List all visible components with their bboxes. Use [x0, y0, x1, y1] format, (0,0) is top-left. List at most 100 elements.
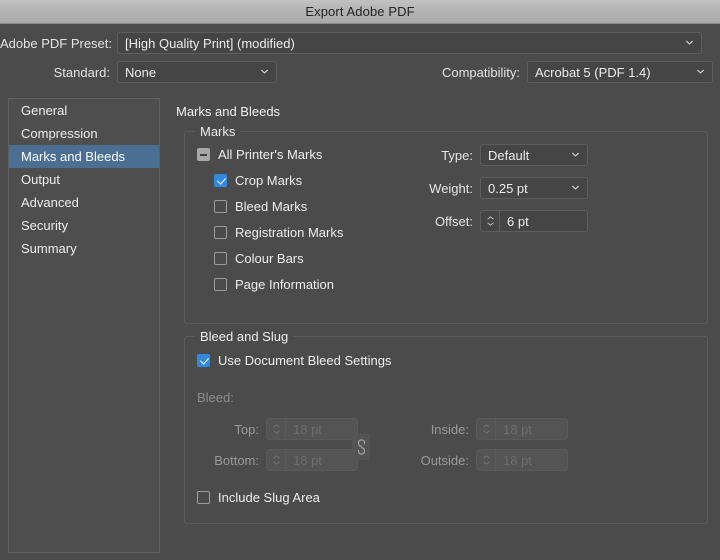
- settings-category-list[interactable]: General Compression Marks and Bleeds Out…: [8, 98, 160, 553]
- bleed-bottom-stepper: 18 pt: [266, 449, 358, 471]
- use-document-bleed-settings-label: Use Document Bleed Settings: [218, 353, 391, 368]
- window-title: Export Adobe PDF: [305, 4, 414, 19]
- bleed-inside-row: Inside: 18 pt: [407, 418, 568, 440]
- registration-marks-checkbox-row[interactable]: Registration Marks: [214, 224, 343, 241]
- chevron-down-icon: [696, 67, 705, 76]
- preset-label: Adobe PDF Preset:: [0, 36, 110, 51]
- colour-bars-label: Colour Bars: [235, 251, 304, 266]
- chevron-down-icon: [571, 183, 580, 192]
- standard-select[interactable]: None: [117, 61, 277, 83]
- bleed-and-slug-group-legend: Bleed and Slug: [195, 329, 293, 344]
- standard-value: None: [125, 65, 156, 80]
- sidebar-item-label: Compression: [21, 126, 98, 141]
- adobe-pdf-preset-value: [High Quality Print] (modified): [125, 36, 295, 51]
- adobe-pdf-preset-select[interactable]: [High Quality Print] (modified): [117, 32, 702, 54]
- sidebar-item-label: Marks and Bleeds: [21, 149, 125, 164]
- sidebar-item-output[interactable]: Output: [9, 168, 159, 191]
- marks-and-bleeds-pane: Marks and Bleeds Marks All Printer's Mar…: [172, 98, 716, 553]
- type-row: Type: Default: [401, 144, 588, 166]
- page-title: Marks and Bleeds: [176, 104, 280, 119]
- sidebar-item-label: Security: [21, 218, 68, 233]
- bleed-outside-value: 18 pt: [496, 453, 532, 468]
- bleed-top-label: Top:: [201, 422, 259, 437]
- marks-group-legend: Marks: [195, 124, 240, 139]
- weight-value: 0.25 pt: [488, 181, 528, 196]
- sidebar-item-label: General: [21, 103, 67, 118]
- sidebar-item-label: Advanced: [21, 195, 79, 210]
- offset-row: Offset: 6 pt: [401, 210, 588, 232]
- stepper-arrows-icon: [267, 419, 286, 439]
- chevron-down-icon: [571, 150, 580, 159]
- page-information-label: Page Information: [235, 277, 334, 292]
- chain-link-broken-icon[interactable]: [352, 434, 370, 460]
- registration-marks-label: Registration Marks: [235, 225, 343, 240]
- sidebar-item-marks-and-bleeds[interactable]: Marks and Bleeds: [9, 145, 159, 168]
- bleed-inside-value: 18 pt: [496, 422, 532, 437]
- page-information-checkbox-row[interactable]: Page Information: [214, 276, 334, 293]
- bleed-outside-label: Outside:: [398, 453, 469, 468]
- sidebar-item-label: Output: [21, 172, 60, 187]
- bleed-outside-row: Outside: 18 pt: [398, 449, 568, 471]
- weight-label: Weight:: [401, 181, 473, 196]
- include-slug-area-checkbox[interactable]: [197, 491, 210, 504]
- all-printers-marks-checkbox[interactable]: [197, 148, 210, 161]
- colour-bars-checkbox[interactable]: [214, 252, 227, 265]
- colour-bars-checkbox-row[interactable]: Colour Bars: [214, 250, 304, 267]
- bleed-bottom-value: 18 pt: [286, 453, 322, 468]
- stepper-arrows-icon: [477, 450, 496, 470]
- marks-group: Marks All Printer's Marks Crop Marks Ble…: [184, 131, 708, 324]
- bleed-inside-label: Inside:: [407, 422, 469, 437]
- bleed-top-stepper: 18 pt: [266, 418, 358, 440]
- sidebar-item-compression[interactable]: Compression: [9, 122, 159, 145]
- bleed-top-row: Top: 18 pt: [201, 418, 358, 440]
- standard-row: Standard: None: [0, 61, 277, 83]
- weight-row: Weight: 0.25 pt: [401, 177, 588, 199]
- bleed-marks-label: Bleed Marks: [235, 199, 307, 214]
- crop-marks-label: Crop Marks: [235, 173, 302, 188]
- chevron-down-icon: [685, 38, 694, 47]
- compatibility-value: Acrobat 5 (PDF 1.4): [535, 65, 651, 80]
- registration-marks-checkbox[interactable]: [214, 226, 227, 239]
- sidebar-item-security[interactable]: Security: [9, 214, 159, 237]
- all-printers-marks-label: All Printer's Marks: [218, 147, 322, 162]
- bleed-marks-checkbox[interactable]: [214, 200, 227, 213]
- bleed-section-label-wrap: Bleed:: [197, 390, 234, 405]
- use-document-bleed-settings-checkbox[interactable]: [197, 354, 210, 367]
- sidebar-item-general[interactable]: General: [9, 99, 159, 122]
- weight-select[interactable]: 0.25 pt: [480, 177, 588, 199]
- chevron-down-icon: [260, 67, 269, 76]
- bleed-bottom-label: Bottom:: [191, 453, 259, 468]
- export-adobe-pdf-dialog: Export Adobe PDF Adobe PDF Preset: [High…: [0, 0, 720, 560]
- type-select[interactable]: Default: [480, 144, 588, 166]
- offset-label: Offset:: [401, 214, 473, 229]
- preset-row: Adobe PDF Preset: [High Quality Print] (…: [0, 32, 720, 54]
- window-titlebar[interactable]: Export Adobe PDF: [0, 0, 720, 24]
- bleed-marks-checkbox-row[interactable]: Bleed Marks: [214, 198, 307, 215]
- sidebar-item-label: Summary: [21, 241, 77, 256]
- compatibility-label: Compatibility:: [420, 65, 520, 80]
- compatibility-row: Compatibility: Acrobat 5 (PDF 1.4): [420, 61, 713, 83]
- sidebar-item-advanced[interactable]: Advanced: [9, 191, 159, 214]
- page-information-checkbox[interactable]: [214, 278, 227, 291]
- crop-marks-checkbox-row[interactable]: Crop Marks: [214, 172, 302, 189]
- bleed-section-label: Bleed:: [197, 390, 234, 405]
- include-slug-area-checkbox-row[interactable]: Include Slug Area: [197, 489, 320, 506]
- stepper-arrows-icon: [267, 450, 286, 470]
- all-printers-marks-checkbox-row[interactable]: All Printer's Marks: [197, 146, 322, 163]
- standard-label: Standard:: [0, 65, 110, 80]
- crop-marks-checkbox[interactable]: [214, 174, 227, 187]
- bleed-and-slug-group: Bleed and Slug Use Document Bleed Settin…: [184, 336, 708, 524]
- type-label: Type:: [401, 148, 473, 163]
- offset-stepper[interactable]: 6 pt: [480, 210, 588, 232]
- stepper-arrows-icon[interactable]: [481, 211, 500, 231]
- compatibility-select[interactable]: Acrobat 5 (PDF 1.4): [527, 61, 713, 83]
- include-slug-area-label: Include Slug Area: [218, 490, 320, 505]
- offset-value: 6 pt: [500, 214, 529, 229]
- preset-header: Adobe PDF Preset: [High Quality Print] (…: [0, 24, 720, 88]
- sidebar-item-summary[interactable]: Summary: [9, 237, 159, 260]
- type-value: Default: [488, 148, 529, 163]
- bleed-bottom-row: Bottom: 18 pt: [191, 449, 358, 471]
- bleed-inside-stepper: 18 pt: [476, 418, 568, 440]
- use-document-bleed-settings-checkbox-row[interactable]: Use Document Bleed Settings: [197, 352, 391, 369]
- stepper-arrows-icon: [477, 419, 496, 439]
